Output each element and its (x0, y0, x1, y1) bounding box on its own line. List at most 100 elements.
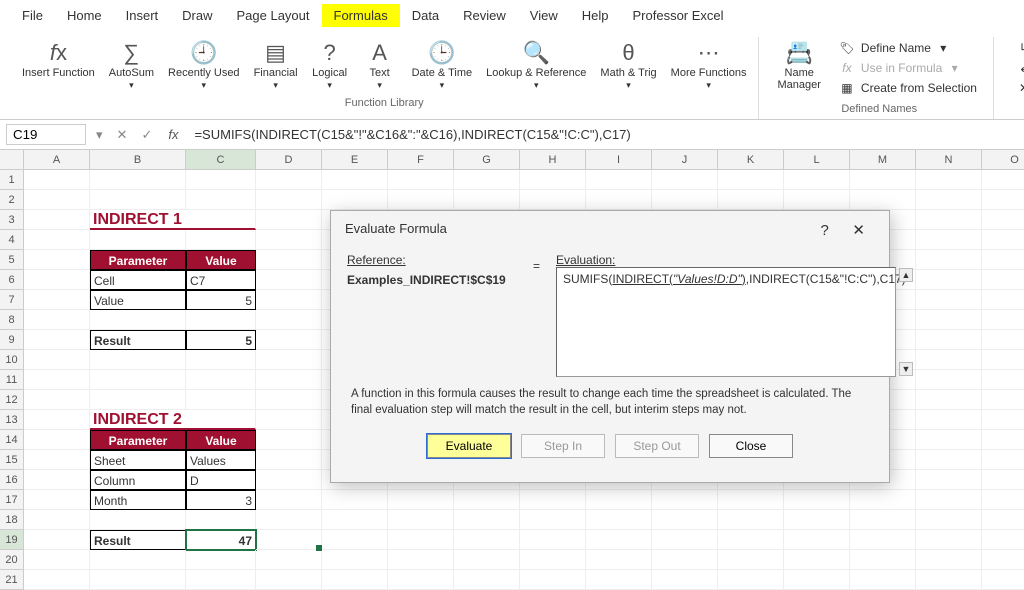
cell-N8[interactable] (916, 310, 982, 330)
cell-O9[interactable] (982, 330, 1024, 350)
scroll-up-icon[interactable]: ▲ (899, 268, 913, 282)
row-header-12[interactable]: 12 (0, 390, 24, 410)
evaluate-button[interactable]: Evaluate (427, 434, 511, 458)
cell-N12[interactable] (916, 390, 982, 410)
cell-A17[interactable] (24, 490, 90, 510)
name-box-dropdown-icon[interactable]: ▾ (92, 127, 107, 143)
cell-H18[interactable] (520, 510, 586, 530)
cell-E19[interactable] (322, 530, 388, 550)
cell-A15[interactable] (24, 450, 90, 470)
cell-L21[interactable] (784, 570, 850, 590)
cell-F1[interactable] (388, 170, 454, 190)
cell-C1[interactable] (186, 170, 256, 190)
cell-D19[interactable] (256, 530, 322, 550)
financial-button[interactable]: ▤Financial▾ (250, 37, 302, 93)
cell-B6[interactable]: Cell (90, 270, 186, 290)
cell-O17[interactable] (982, 490, 1024, 510)
col-header-I[interactable]: I (586, 150, 652, 170)
cell-D18[interactable] (256, 510, 322, 530)
col-header-D[interactable]: D (256, 150, 322, 170)
cell-F20[interactable] (388, 550, 454, 570)
cell-O12[interactable] (982, 390, 1024, 410)
cell-C18[interactable] (186, 510, 256, 530)
cell-B3[interactable]: INDIRECT 1 (90, 210, 256, 230)
cell-C19[interactable]: 47 (186, 530, 256, 550)
row-header-15[interactable]: 15 (0, 450, 24, 470)
col-header-J[interactable]: J (652, 150, 718, 170)
cell-L19[interactable] (784, 530, 850, 550)
cell-B15[interactable]: Sheet (90, 450, 186, 470)
row-header-9[interactable]: 9 (0, 330, 24, 350)
cell-A16[interactable] (24, 470, 90, 490)
cell-C12[interactable] (186, 390, 256, 410)
cell-N20[interactable] (916, 550, 982, 570)
cell-K21[interactable] (718, 570, 784, 590)
cell-N4[interactable] (916, 230, 982, 250)
menu-data[interactable]: Data (400, 4, 451, 27)
cell-M2[interactable] (850, 190, 916, 210)
cell-H17[interactable] (520, 490, 586, 510)
cell-A12[interactable] (24, 390, 90, 410)
cell-J21[interactable] (652, 570, 718, 590)
cell-B14[interactable]: Parameter (90, 430, 186, 450)
cell-A20[interactable] (24, 550, 90, 570)
cell-E1[interactable] (322, 170, 388, 190)
cell-O14[interactable] (982, 430, 1024, 450)
define-name-button[interactable]: 🏷Define Name ▾ (835, 39, 981, 57)
col-header-K[interactable]: K (718, 150, 784, 170)
cell-J18[interactable] (652, 510, 718, 530)
menu-help[interactable]: Help (570, 4, 621, 27)
cell-M19[interactable] (850, 530, 916, 550)
cell-D4[interactable] (256, 230, 322, 250)
cell-D13[interactable] (256, 410, 322, 430)
cell-M1[interactable] (850, 170, 916, 190)
cell-F17[interactable] (388, 490, 454, 510)
cell-N21[interactable] (916, 570, 982, 590)
cell-J19[interactable] (652, 530, 718, 550)
cell-A10[interactable] (24, 350, 90, 370)
cell-C7[interactable]: 5 (186, 290, 256, 310)
autosum-button[interactable]: ∑AutoSum▾ (105, 37, 158, 93)
cell-H2[interactable] (520, 190, 586, 210)
cell-O21[interactable] (982, 570, 1024, 590)
cell-I17[interactable] (586, 490, 652, 510)
cell-C6[interactable]: C7 (186, 270, 256, 290)
cell-B13[interactable]: INDIRECT 2 (90, 410, 256, 430)
cell-O4[interactable] (982, 230, 1024, 250)
cell-B2[interactable] (90, 190, 186, 210)
row-header-21[interactable]: 21 (0, 570, 24, 590)
cell-M17[interactable] (850, 490, 916, 510)
cell-D1[interactable] (256, 170, 322, 190)
cell-A5[interactable] (24, 250, 90, 270)
cell-D21[interactable] (256, 570, 322, 590)
menu-formulas[interactable]: Formulas (322, 4, 400, 27)
cell-O15[interactable] (982, 450, 1024, 470)
menu-review[interactable]: Review (451, 4, 518, 27)
cell-O10[interactable] (982, 350, 1024, 370)
cell-O6[interactable] (982, 270, 1024, 290)
cell-B10[interactable] (90, 350, 186, 370)
cell-D8[interactable] (256, 310, 322, 330)
cell-F2[interactable] (388, 190, 454, 210)
cell-B19[interactable]: Result (90, 530, 186, 550)
cell-C2[interactable] (186, 190, 256, 210)
cell-I21[interactable] (586, 570, 652, 590)
cell-O8[interactable] (982, 310, 1024, 330)
cell-N6[interactable] (916, 270, 982, 290)
row-header-4[interactable]: 4 (0, 230, 24, 250)
cell-O3[interactable] (982, 210, 1024, 230)
menu-page-layout[interactable]: Page Layout (225, 4, 322, 27)
cell-O19[interactable] (982, 530, 1024, 550)
menu-view[interactable]: View (518, 4, 570, 27)
cell-N2[interactable] (916, 190, 982, 210)
cell-A4[interactable] (24, 230, 90, 250)
cell-N5[interactable] (916, 250, 982, 270)
cell-N14[interactable] (916, 430, 982, 450)
cell-D2[interactable] (256, 190, 322, 210)
cell-K17[interactable] (718, 490, 784, 510)
row-header-8[interactable]: 8 (0, 310, 24, 330)
cell-N18[interactable] (916, 510, 982, 530)
cell-N1[interactable] (916, 170, 982, 190)
row-header-18[interactable]: 18 (0, 510, 24, 530)
cell-D16[interactable] (256, 470, 322, 490)
